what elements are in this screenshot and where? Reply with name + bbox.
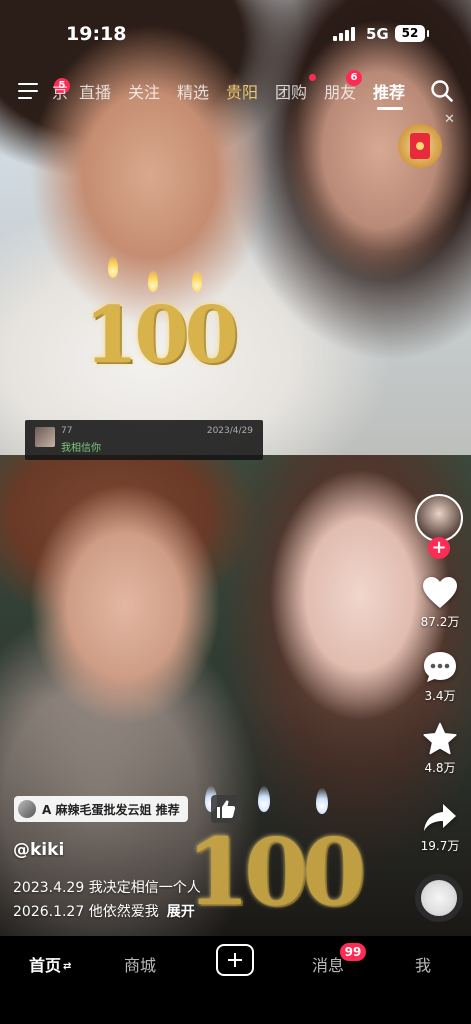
comment-icon [424, 652, 456, 682]
tab-city-partial[interactable]: 京 [52, 79, 68, 103]
status-bar: 19:18 5G 52 [0, 0, 471, 70]
like-count: 87.2万 [420, 615, 460, 629]
comment-text: 我相信你 [61, 443, 101, 454]
like-button[interactable]: 87.2万 [415, 576, 465, 630]
nav-mall[interactable]: 商城 [124, 952, 156, 976]
battery-level: 52 [401, 26, 419, 40]
comment-button[interactable]: 3.4万 [415, 650, 465, 704]
comment-count: 3.4万 [424, 689, 456, 703]
music-disc-icon[interactable] [415, 874, 463, 922]
description-line-1: 2023.4.29 我决定相信一个人 [13, 880, 201, 896]
tab-guiyang[interactable]: 贵阳 [226, 79, 258, 103]
candle-number-bottom: 100 [186, 818, 366, 926]
share-count: 19.7万 [420, 839, 460, 853]
nav-home[interactable]: 首页 ⇄ [29, 952, 71, 976]
follow-plus-icon[interactable]: + [428, 537, 450, 559]
signal-icon [333, 27, 357, 41]
description-line-2: 2026.1.27 他依然爱我 [13, 904, 159, 920]
comment-tag[interactable]: 77 2023/4/29 我相信你 [25, 420, 263, 460]
thumbs-up-button[interactable] [211, 795, 241, 823]
search-icon[interactable] [431, 80, 453, 102]
status-time: 19:18 [66, 23, 127, 45]
create-plus-button[interactable] [216, 944, 254, 976]
comment-date: 2023/4/29 [206, 426, 253, 436]
friends-badge: 6 [346, 70, 362, 86]
heart-icon [423, 577, 457, 608]
group-buy-dot [309, 74, 316, 81]
tab-group-buy[interactable]: 团购 [275, 79, 307, 103]
author-name[interactable]: @kiki [13, 840, 64, 860]
tab-featured[interactable]: 精选 [177, 79, 209, 103]
thumbs-up-icon [217, 800, 236, 818]
candle-flame [192, 270, 202, 292]
mini-app-label: A 麻辣毛蛋批发云姐 推荐 [42, 802, 180, 817]
tab-recommend[interactable]: 推荐 [373, 79, 405, 103]
favorite-button[interactable]: 4.8万 [415, 722, 465, 776]
network-type: 5G [366, 25, 389, 43]
author-avatar[interactable] [415, 494, 463, 542]
nav-home-label: 首页 [29, 956, 62, 975]
candle-flame [148, 270, 158, 292]
tab-live[interactable]: 直播 [79, 79, 111, 103]
nav-me[interactable]: 我 [415, 952, 431, 976]
share-button[interactable]: 19.7万 [415, 802, 465, 854]
mini-app-chip[interactable]: A 麻辣毛蛋批发云姐 推荐 [14, 796, 188, 822]
bottom-nav: 首页 ⇄ 商城 消息 99 我 [0, 936, 471, 1024]
refresh-icon: ⇄ [63, 961, 72, 972]
comment-user: 77 [61, 426, 73, 436]
candle-number-top: 100 [84, 290, 239, 381]
nav-messages[interactable]: 消息 [312, 952, 344, 976]
expand-link[interactable]: 展开 [167, 904, 195, 920]
menu-icon[interactable]: 5 [18, 78, 70, 99]
favorite-count: 4.8万 [424, 761, 456, 775]
share-icon [424, 804, 456, 831]
candle-flame [316, 788, 328, 814]
battery-icon: 52 [395, 25, 429, 42]
tab-following[interactable]: 关注 [128, 79, 160, 103]
video-description[interactable]: 2023.4.29 我决定相信一个人 2026.1.27 他依然爱我 展开 [13, 876, 201, 924]
top-nav: 5 京 直播 关注 精选 贵阳 团购 朋友 6 推荐 [0, 70, 471, 110]
active-tab-underline [377, 107, 403, 110]
mini-app-avatar [18, 800, 36, 818]
candle-flame [258, 786, 270, 812]
candle-flame [108, 256, 118, 278]
comment-avatar [35, 427, 55, 447]
red-packet-icon[interactable] [398, 124, 442, 168]
messages-badge: 99 [340, 943, 366, 961]
star-icon [423, 722, 457, 755]
close-icon[interactable]: ✕ [444, 112, 455, 127]
